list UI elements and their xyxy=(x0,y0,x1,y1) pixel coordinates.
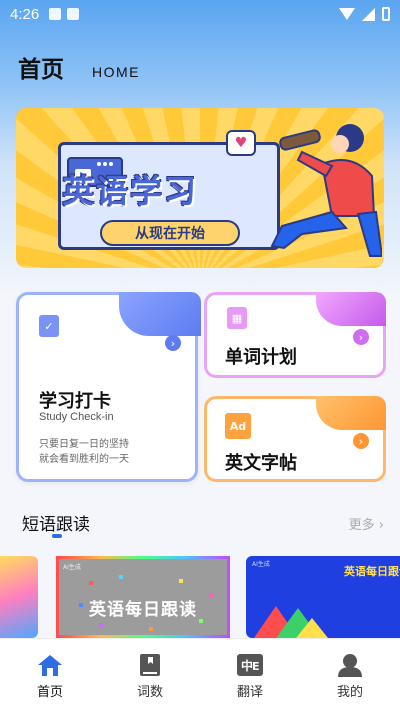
card-desc-line-1: 只要日复一日的坚持 xyxy=(39,439,129,450)
clipboard-check-icon: ✓ xyxy=(39,315,59,337)
a-notification-icon xyxy=(67,8,80,20)
chevron-right-icon: › xyxy=(353,329,369,345)
calendar-icon: ▦ xyxy=(227,307,247,329)
card-decoration xyxy=(316,396,386,430)
heart-icon: ♥ xyxy=(226,130,256,156)
nav-home[interactable]: 首页 xyxy=(0,639,100,711)
battery-icon xyxy=(382,7,390,21)
card-description: 只要日复一日的坚持 就会看到胜利的一天 xyxy=(39,437,129,467)
wifi-icon xyxy=(339,8,355,20)
word-plan-card[interactable]: ▦ › 单词计划 xyxy=(204,292,386,378)
nav-translate[interactable]: 中 E 翻译 xyxy=(200,639,300,711)
banner-title: 英语学习 xyxy=(62,172,199,210)
thumbnail-title: 英语每日跟读 xyxy=(89,600,197,620)
svg-text:E: E xyxy=(252,660,260,673)
status-bar: 4:26 xyxy=(0,0,400,28)
ad-icon: Ad xyxy=(225,413,251,439)
phrase-reading-section: 短语跟读 更多 › xyxy=(22,510,384,538)
user-icon xyxy=(338,654,362,677)
card-desc-line-2: 就会看到胜利的一天 xyxy=(39,454,129,465)
section-underline xyxy=(52,534,62,538)
card-title: 英文字帖 xyxy=(225,453,297,474)
page-header: 首页 HOME xyxy=(18,50,140,84)
phrase-thumbnails: AI生成 英语每日跟读 AI生成 英语每日跟读 xyxy=(0,556,400,638)
status-time: 4:26 xyxy=(10,5,40,23)
card-decoration xyxy=(119,292,201,336)
nav-label: 翻译 xyxy=(236,685,263,700)
nav-profile[interactable]: 我的 xyxy=(300,639,400,711)
gallery-notification-icon xyxy=(49,8,62,20)
chevron-right-icon: › xyxy=(165,335,181,351)
card-subtitle: Study Check-in xyxy=(39,411,114,423)
bottom-navigation: 首页 词数 中 E 翻译 我的 xyxy=(0,638,400,711)
thumbnail-card[interactable]: AI生成 英语每日跟读 xyxy=(56,556,230,638)
telescope-person-illustration xyxy=(270,124,382,257)
card-title: 学习打卡 xyxy=(39,391,111,412)
more-link[interactable]: 更多 › xyxy=(349,514,384,533)
copybook-card[interactable]: Ad › 英文字帖 xyxy=(204,396,386,482)
page-title: 首页 xyxy=(18,57,64,83)
nav-label: 首页 xyxy=(36,685,63,700)
signal-icon xyxy=(362,7,375,21)
banner-subtitle: 从现在开始 xyxy=(100,220,240,246)
section-title: 短语跟读 xyxy=(22,515,90,535)
chevron-right-icon: › xyxy=(353,433,369,449)
page-subtitle: HOME xyxy=(92,64,140,80)
mountain-decoration xyxy=(254,606,328,638)
nav-label: 词数 xyxy=(136,685,163,700)
thumbnail-card[interactable] xyxy=(0,556,38,638)
home-icon xyxy=(38,655,62,676)
thumbnail-card[interactable]: AI生成 英语每日跟读 xyxy=(246,556,400,638)
card-decoration xyxy=(316,292,386,326)
nav-label: 我的 xyxy=(336,685,363,700)
card-title: 单词计划 xyxy=(225,347,297,368)
study-checkin-card[interactable]: ✓ › 学习打卡 Study Check-in 只要日复一日的坚持 就会看到胜利… xyxy=(16,292,201,482)
hero-banner[interactable]: ♥ 英语学习 从现在开始 xyxy=(16,108,384,268)
translate-icon: 中 E xyxy=(237,654,263,676)
book-icon xyxy=(140,654,160,676)
nav-words[interactable]: 词数 xyxy=(100,639,200,711)
more-label: 更多 xyxy=(348,518,375,533)
chevron-right-icon: › xyxy=(378,518,384,533)
